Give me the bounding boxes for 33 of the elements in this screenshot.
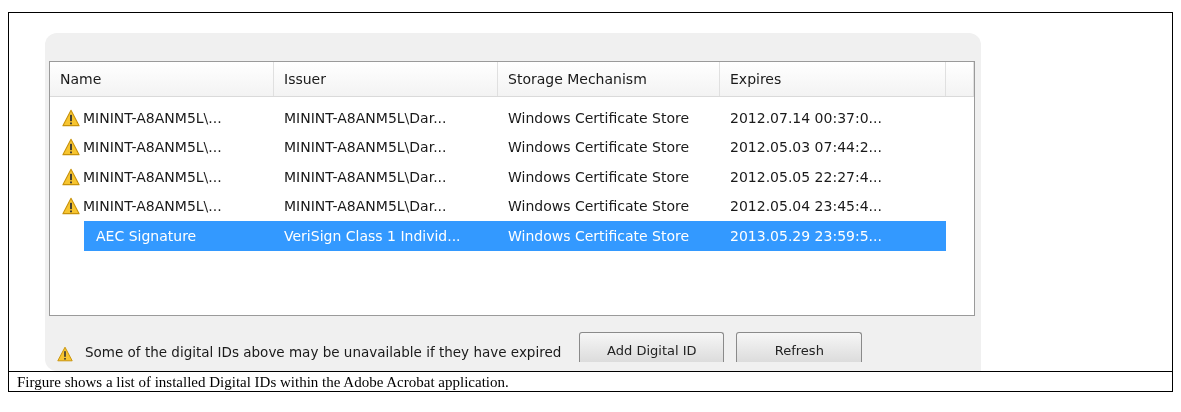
table-cell: MININT-A8ANM5L\Dar... (284, 198, 447, 215)
table-row[interactable]: MININT-A8ANM5L\... MININT-A8ANM5L\Dar... Windows Certificate Store 2012.07.14 00:37:0... (50, 103, 974, 133)
add-digital-id-button[interactable]: Add Digital ID (579, 332, 725, 362)
table-cell: MININT-A8ANM5L\Dar... (284, 109, 447, 126)
table-cell: Windows Certificate Store (508, 227, 690, 244)
table-row[interactable]: MININT-A8ANM5L\... MININT-A8ANM5L\Dar... Windows Certificate Store 2012.05.03 07:44:2... (50, 132, 974, 162)
table-cell: 2013.05.29 23:59:5... (730, 227, 882, 244)
table-cell: 2012.05.04 23:45:4... (730, 198, 882, 215)
column-header[interactable]: Name (50, 62, 274, 96)
column-header[interactable]: Expires (720, 62, 946, 96)
table-cell: MININT-A8ANM5L\Dar... (284, 139, 447, 156)
table-row[interactable]: MININT-A8ANM5L\... MININT-A8ANM5L\Dar... Windows Certificate Store 2012.05.04 23:45:4... (50, 191, 974, 221)
table-cell: MININT-A8ANM5L\... (83, 168, 222, 185)
table-cell: VeriSign Class 1 Individ... (284, 227, 461, 244)
refresh-button[interactable]: Refresh (736, 332, 863, 362)
table-cell: Windows Certificate Store (508, 198, 690, 215)
warning-icon (57, 346, 73, 362)
table-cell: Windows Certificate Store (508, 109, 690, 126)
table-cell: AEC Signature (96, 227, 197, 244)
table-row[interactable]: MININT-A8ANM5L\... MININT-A8ANM5L\Dar... Windows Certificate Store 2012.05.05 22:27:4... (50, 162, 974, 192)
table-cell: MININT-A8ANM5L\... (83, 109, 222, 126)
table-cell: 2012.05.03 07:44:2... (730, 139, 882, 156)
table-cell: 2012.07.14 00:37:0... (730, 109, 882, 126)
table-cell: Windows Certificate Store (508, 139, 690, 156)
table-cell: MININT-A8ANM5L\Dar... (284, 168, 447, 185)
column-header[interactable]: Storage Mechanism (498, 62, 720, 96)
table-cell: MININT-A8ANM5L\... (83, 139, 222, 156)
table-cell: Windows Certificate Store (508, 168, 690, 185)
column-header[interactable]: Issuer (274, 62, 498, 96)
table-cell: 2012.05.05 22:27:4... (730, 168, 882, 185)
figure-caption: Firgure shows a list of installed Digital IDs within the Adobe Acrobat application. (9, 371, 1172, 391)
notice-text: Some of the digital IDs above may be unavailable if they have expired (85, 344, 562, 360)
table-cell: MININT-A8ANM5L\... (83, 198, 222, 215)
